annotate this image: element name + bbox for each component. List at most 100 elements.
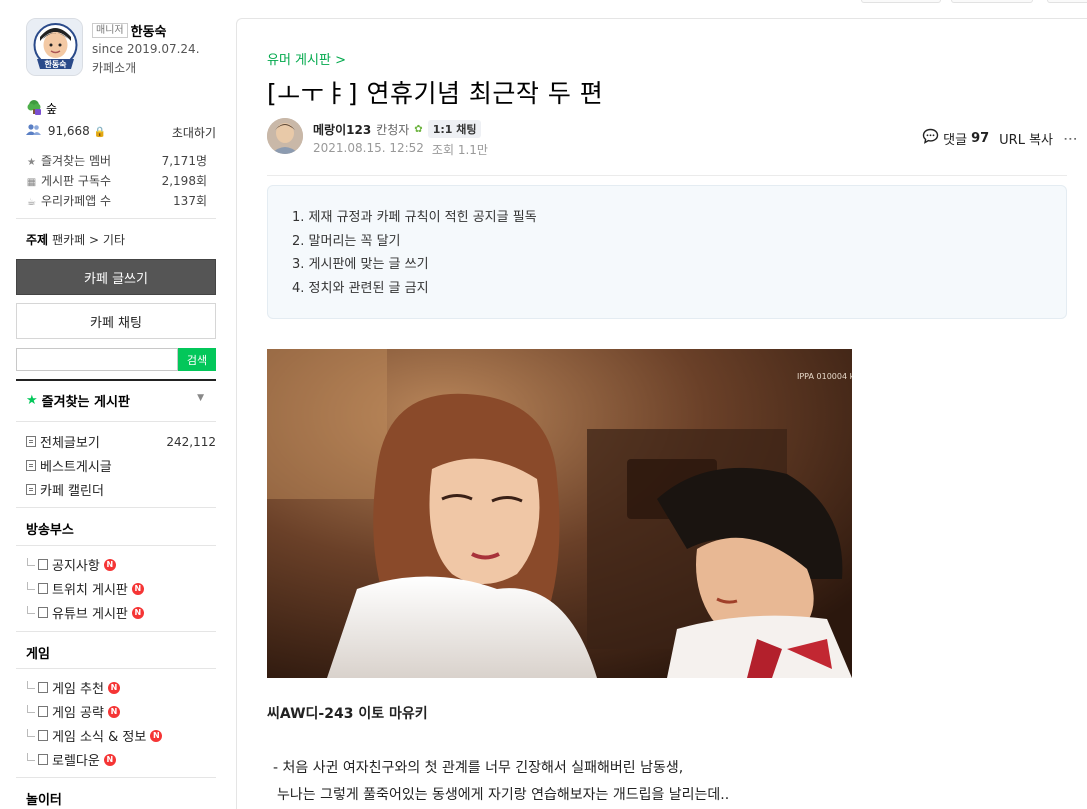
notice-item: 3. 게시판에 맞는 글 쓰기 <box>292 257 429 272</box>
cafe-app-icon: ☕ <box>27 197 36 208</box>
more-options-icon[interactable]: ⋮ <box>1062 132 1078 145</box>
menu-label: 베스트게시글 <box>40 460 112 475</box>
calendar-icon <box>26 484 36 495</box>
comment-button[interactable]: 댓글 97 <box>922 128 989 148</box>
divider <box>16 777 216 778</box>
cafe-intro-link[interactable]: 카페소개 <box>92 59 136 76</box>
divider <box>267 175 1067 176</box>
board-game-news[interactable]: 게임 소식 & 정보 N <box>26 726 216 745</box>
notice-item: 2. 말머리는 꼭 달기 <box>292 233 401 249</box>
rss-icon: ▦ <box>26 177 37 188</box>
post-date: 2021.08.15. 12:52 <box>313 141 424 155</box>
stat-board-subscriptions: ▦ 게시판 구독수 2,198회 <box>26 172 207 189</box>
board-icon <box>38 607 48 618</box>
divider <box>16 545 216 546</box>
board-lorel-down[interactable]: 로렐다운 N <box>26 750 216 769</box>
star-icon: ★ <box>27 157 36 168</box>
board-game-guide[interactable]: 게임 공략 N <box>26 702 216 721</box>
board-icon <box>38 583 48 594</box>
divider <box>16 379 216 381</box>
one-on-one-chat-button[interactable]: 1:1 채팅 <box>427 120 482 138</box>
lock-icon: 🔒 <box>93 127 107 138</box>
writer-name[interactable]: 메랑이123 <box>313 121 371 138</box>
comment-label: 댓글 <box>943 132 968 148</box>
writer-avatar[interactable] <box>267 118 303 154</box>
tree-line <box>27 582 35 590</box>
image-watermark: IPPA 010004 kawaii* <box>797 372 852 381</box>
post-views: 조회 1.1만 <box>431 143 488 157</box>
tree-line <box>27 753 35 761</box>
board-link[interactable]: 유머 게시판 > <box>267 49 346 68</box>
section-title: 방송부스 <box>26 523 74 538</box>
board-notice[interactable]: 공지사항 N <box>26 555 216 574</box>
divider <box>16 668 216 669</box>
subject-value[interactable]: 팬카페 > 기타 <box>52 233 125 247</box>
manager-avatar[interactable]: 한동숙 <box>26 18 83 76</box>
cafe-chat-button[interactable]: 카페 채팅 <box>16 303 216 339</box>
tree-line <box>27 705 35 713</box>
cafe-since: since 2019.07.24. <box>92 42 200 56</box>
top-tab[interactable] <box>951 0 1033 3</box>
new-badge: N <box>103 558 116 571</box>
post-caption: 씨AW디-243 이토 마유키 <box>267 706 428 722</box>
member-count[interactable]: 91,668 <box>48 124 90 138</box>
board-icon <box>38 730 48 741</box>
new-badge: N <box>103 753 116 766</box>
menu-cafe-calendar[interactable]: 카페 캘린더 <box>26 480 216 499</box>
top-tab[interactable] <box>1047 0 1087 3</box>
tree-line <box>27 729 35 737</box>
favorite-boards-header[interactable]: ★ 즐겨찾는 게시판 ▼ <box>26 391 216 410</box>
tree-line <box>27 558 35 566</box>
top-tab[interactable] <box>861 0 941 3</box>
board-notice-box: 1. 제재 규정과 카페 규칙이 적힌 공지글 필독 2. 말머리는 꼭 달기 … <box>267 185 1067 319</box>
members-icon <box>26 124 45 138</box>
board-label: 게임 소식 & 정보 <box>52 730 147 745</box>
cafe-rank[interactable]: 숲 <box>26 99 57 118</box>
body-paragraph: - 처음 사귄 여자친구와의 첫 관계를 너무 긴장해서 실패해버린 남동생, <box>273 760 684 776</box>
comment-count: 97 <box>971 130 990 146</box>
article-tools: 댓글 97 URL 복사 ⋮ <box>922 128 1078 148</box>
board-twitch[interactable]: 트위치 게시판 N <box>26 579 216 598</box>
sidebar: 한동숙 매니저 한동숙 since 2019.07.24. 카페소개 숲 91,… <box>16 0 216 809</box>
menu-all-posts[interactable]: 전체글보기 242,112 <box>26 432 216 451</box>
notice-item: 1. 제재 규정과 카페 규칙이 적힌 공지글 필독 <box>292 210 537 225</box>
board-icon <box>26 460 36 471</box>
members-row: 91,668 🔒 초대하기 <box>26 124 216 141</box>
tree-line <box>27 606 35 614</box>
post-title: [ㅗㅜㅑ] 연휴기념 최근작 두 편 <box>267 79 604 108</box>
board-icon <box>38 706 48 717</box>
stat-label: 게시판 구독수 <box>41 174 112 188</box>
article-image[interactable]: IPPA 010004 kawaii* <box>267 349 852 678</box>
cafe-subject: 주제 팬카페 > 기타 <box>26 231 125 248</box>
board-youtube[interactable]: 유튜브 게시판 N <box>26 603 216 622</box>
manager-name[interactable]: 한동숙 <box>131 21 167 40</box>
menu-label: 전체글보기 <box>40 436 100 451</box>
new-badge: N <box>150 729 163 742</box>
divider <box>16 507 216 508</box>
new-badge: N <box>107 705 120 718</box>
section-title: 놀이터 <box>26 793 62 808</box>
cafe-search-input[interactable] <box>16 348 178 371</box>
board-label: 트위치 게시판 <box>52 583 128 598</box>
favorite-boards-title: 즐겨찾는 게시판 <box>41 395 130 410</box>
body-paragraph: 누나는 그렇게 풀죽어있는 동생에게 자기랑 연습해보자는 개드립을 날리는데.… <box>277 787 730 803</box>
cafe-write-button[interactable]: 카페 글쓰기 <box>16 259 216 295</box>
writer-info: 메랑이123 칸청자 ✿ 1:1 채팅 <box>313 120 482 138</box>
new-badge: N <box>107 681 120 694</box>
menu-best-posts[interactable]: 베스트게시글 <box>26 456 216 475</box>
menu-label: 카페 캘린더 <box>40 484 104 499</box>
post-meta: 2021.08.15. 12:52 조회 1.1만 <box>313 141 488 158</box>
manager-badge: 매니저 <box>92 23 128 38</box>
invite-link[interactable]: 초대하기 <box>172 124 216 141</box>
board-label: 유튜브 게시판 <box>52 607 128 622</box>
chevron-down-icon[interactable]: ▼ <box>197 393 204 403</box>
stat-label: 즐겨찾는 멤버 <box>41 154 112 168</box>
search-button[interactable]: 검색 <box>178 348 216 371</box>
board-game-recommend[interactable]: 게임 추천 N <box>26 678 216 697</box>
star-icon: ★ <box>26 393 38 408</box>
board-label: 공지사항 <box>52 559 100 574</box>
url-copy-button[interactable]: URL 복사 <box>999 129 1053 148</box>
board-label: 게임 추천 <box>52 682 104 697</box>
divider <box>16 631 216 632</box>
manager-profile: 한동숙 매니저 한동숙 since 2019.07.24. 카페소개 <box>26 18 216 78</box>
